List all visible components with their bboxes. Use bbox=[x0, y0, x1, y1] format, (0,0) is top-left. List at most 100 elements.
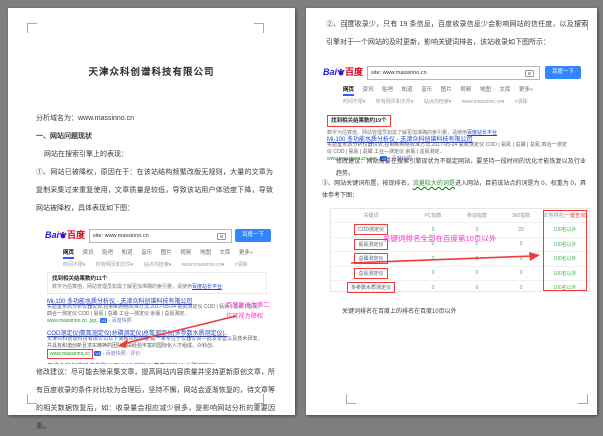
sub-heading: 网站在搜索引擎上的表现： bbox=[44, 146, 272, 164]
serp-tab-music[interactable]: 音乐 bbox=[141, 250, 152, 256]
filter-site-search[interactable]: 站点内检索▾ bbox=[424, 99, 452, 105]
result1-url: www.massinno.cn .jsp.. V3 - 百度快照 bbox=[47, 317, 132, 326]
margin-mark-icon bbox=[254, 23, 264, 33]
camera-icon[interactable] bbox=[525, 70, 534, 77]
filter-time[interactable]: 时间不限▾ bbox=[343, 99, 366, 105]
result-count-text: 数字为估算值，网站管理员如需了解更加准确的索引量，请使用 bbox=[52, 284, 192, 290]
pc-index-value: 0 bbox=[411, 256, 455, 262]
serp-tab-zhidao[interactable]: 知道 bbox=[402, 87, 413, 93]
serp-tab-zhidao[interactable]: 知道 bbox=[122, 250, 133, 256]
result-count-box: 找到相关结果数约11个 数字为估算值，网站管理员如需了解更加准确的索引量，请使用… bbox=[47, 272, 267, 294]
webmaster-platform-link[interactable]: 百度站长平台 bbox=[192, 284, 222, 290]
filter-site-domain[interactable]: www.massinno.cn▾ bbox=[182, 262, 225, 268]
baidu-logo-du: 百度 bbox=[345, 67, 363, 77]
filter-clear[interactable]: ×清除 bbox=[235, 262, 248, 268]
paragraph-3: ③、网站关键词布置，按现排名，流量较大的词是进入网站，目前该站点的词是为 0，权… bbox=[322, 178, 586, 202]
paragraph-1: ①、网站已被降权，原因在于：在该站结构频繁改版无规则，大量的文章为复制采集过来重… bbox=[36, 164, 273, 218]
serp-tab-more[interactable]: 更多» bbox=[519, 87, 533, 93]
serp-tab-news[interactable]: 资讯 bbox=[83, 250, 94, 256]
baidu-serp-screenshot-1: Bai 百度 site: www.massinno.cn 百度一下 网页 资讯 贴… bbox=[45, 224, 273, 364]
section-heading: 一、网站问题现状 bbox=[36, 128, 272, 146]
paragraph-3-grammar-highlight: 流量较大的词是 bbox=[413, 181, 455, 187]
filter-filetype[interactable]: 所有网页和文件▾ bbox=[96, 262, 134, 268]
col-header-keyword: 关键词 bbox=[331, 212, 411, 219]
pc-index-value: 0 bbox=[411, 285, 455, 291]
col-header-360-index: 360指数 bbox=[499, 212, 543, 219]
baidu-logo-bai: Bai bbox=[45, 230, 59, 240]
baidu-logo: Bai 百度 bbox=[45, 229, 85, 242]
result1-url-text: www.massinno.cn .jsp.. bbox=[47, 318, 100, 324]
serp-tab-tieba[interactable]: 贴吧 bbox=[382, 87, 393, 93]
document-page-1: 天津众科创谱科技有限公司 分析域名为：www.massinno.cn 一、网站问… bbox=[8, 8, 295, 415]
serp-tab-more[interactable]: 更多» bbox=[239, 250, 253, 256]
baidu-search-button[interactable]: 百度一下 bbox=[235, 229, 271, 242]
filter-time[interactable]: 时间不限▾ bbox=[63, 262, 86, 268]
col-header-mobile-index: 移动指数 bbox=[455, 212, 499, 219]
result1-snapshot-link[interactable]: - 百度快照 bbox=[107, 318, 131, 324]
serp-tab-wenku[interactable]: 文库 bbox=[219, 250, 230, 256]
serp-tab-bar: 网页 资讯 贴吧 知道 音乐 图片 视频 地图 文库 更多» bbox=[63, 248, 260, 256]
search-input[interactable]: site: www.massinno.cn bbox=[89, 229, 232, 243]
baidu-logo: Bai 百度 bbox=[323, 66, 363, 79]
annotation-demotion-line1: 百度收录为第二 bbox=[226, 300, 278, 311]
rank-column-redbox bbox=[543, 210, 587, 291]
baidu-paw-icon bbox=[337, 68, 345, 76]
result2-url: www.massinno.cn V3 - 百度快照 - 评价 bbox=[47, 350, 140, 359]
result-count-title-redbox: 找到相关结果数约19个 bbox=[327, 115, 391, 127]
so360-index-value: 0 bbox=[499, 241, 543, 247]
document-canvas: { "colors": { "baidu_button_blue": "#338… bbox=[0, 0, 603, 423]
serp-tab-web[interactable]: 网页 bbox=[343, 87, 354, 96]
so360-index-value: 0 bbox=[499, 256, 543, 262]
margin-mark-icon bbox=[346, 394, 356, 404]
paragraph-2: ②、百度收录少，只有 19 条信息，百度收录信息少会影响网站的信任度，以及搜索引… bbox=[326, 16, 588, 52]
document-page-2: ②、百度收录少，只有 19 条信息，百度收录信息少会影响网站的信任度，以及搜索引… bbox=[306, 8, 597, 415]
serp-tab-wenku[interactable]: 文库 bbox=[499, 87, 510, 93]
serp-tab-video[interactable]: 视频 bbox=[460, 87, 471, 93]
keyword-link[interactable]: 多参数水质测定仪 bbox=[347, 282, 395, 293]
so360-index-value: 0 bbox=[499, 270, 543, 276]
so360-index-value: 29 bbox=[499, 227, 543, 233]
baidu-serp-screenshot-2: Bai 百度 site: www.massinno.cn 百度一下 网页 资讯 贴… bbox=[323, 62, 583, 164]
mobile-index-value: 0 bbox=[455, 227, 499, 233]
serp-filter-bar: 时间不限▾ 所有网页和文件▾ 站点内检索▾ www.massinno.cn▾ ×… bbox=[63, 261, 257, 268]
serp-tab-music[interactable]: 音乐 bbox=[421, 87, 432, 93]
camera-icon[interactable] bbox=[217, 233, 226, 240]
search-input[interactable]: site: www.massinno.cn bbox=[367, 66, 540, 80]
pc-index-value: 0 bbox=[411, 227, 455, 233]
result2-snapshot-link[interactable]: - 百度快照 - 评价 bbox=[101, 351, 140, 357]
serp-tab-news[interactable]: 资讯 bbox=[363, 87, 374, 93]
bottom-note: 关键词排名在百度上的排名在百度10页以外 bbox=[342, 306, 582, 318]
baidu-logo-du: 百度 bbox=[67, 230, 85, 240]
serp-tab-web[interactable]: 网页 bbox=[63, 250, 74, 259]
paragraph-3-text: ③、网站关键词布置，按现排名， bbox=[322, 181, 413, 187]
annotation-keyword-rank: 关键词排名全部在百度第10页以外 bbox=[383, 233, 496, 244]
result1-description: 实验室水质分析仪器仪表,控制和网络校准方法,2017-05-24 氨氮测定仪 C… bbox=[327, 142, 567, 155]
mobile-index-value: 0 bbox=[455, 285, 499, 291]
serp-tab-map[interactable]: 地图 bbox=[480, 87, 491, 93]
mobile-index-value: 0 bbox=[455, 256, 499, 262]
keyword-rank-table: 关键词 PC指数 移动指数 360指数 本地排名(一键查询) COD测定仪 0 … bbox=[330, 208, 590, 292]
keyword-link[interactable]: 总磷测定仪 bbox=[354, 253, 387, 264]
baidu-search-button[interactable]: 百度一下 bbox=[545, 66, 581, 79]
pc-index-value: 0 bbox=[411, 270, 455, 276]
filter-site-search[interactable]: 站点内检索▾ bbox=[144, 262, 172, 268]
serp-tab-map[interactable]: 地图 bbox=[200, 250, 211, 256]
serp-tab-video[interactable]: 视频 bbox=[180, 250, 191, 256]
so360-index-value: 0 bbox=[499, 285, 543, 291]
serp-tab-tieba[interactable]: 贴吧 bbox=[102, 250, 113, 256]
serp-tab-image[interactable]: 图片 bbox=[441, 87, 452, 93]
keyword-link[interactable]: 总氮测定仪 bbox=[354, 268, 387, 279]
col-header-pc-index: PC指数 bbox=[411, 212, 455, 219]
baidu-logo-bai: Bai bbox=[323, 67, 337, 77]
filter-site-domain[interactable]: www.massinno.cn▾ bbox=[462, 99, 505, 105]
advice-paragraph: 修改建议：尽可能去除采集文章，提高网站内容质量并坚持更新原创文章，所有百度收录的… bbox=[36, 364, 275, 436]
serp-filter-bar: 时间不限▾ 所有网页和文件▾ 站点内检索▾ www.massinno.cn▾ ×… bbox=[343, 98, 537, 105]
result-count-body: 数字为估算值，网站管理员如需了解更加准确的索引量，请使用百度站长平台 bbox=[52, 283, 262, 291]
result-count-box: 找到相关结果数约19个 数字为估算值，网站管理员如需了解更加准确的索引量，请使用… bbox=[327, 109, 497, 137]
serp-tab-image[interactable]: 图片 bbox=[161, 250, 172, 256]
filter-clear[interactable]: ×清除 bbox=[515, 99, 528, 105]
margin-mark-icon bbox=[578, 394, 588, 404]
filter-filetype[interactable]: 所有网页和文件▾ bbox=[376, 99, 414, 105]
annotation-demotion: 百度收录为第二 位被视为降权 bbox=[226, 300, 278, 322]
annotation-demotion-line2: 位被视为降权 bbox=[226, 311, 278, 322]
